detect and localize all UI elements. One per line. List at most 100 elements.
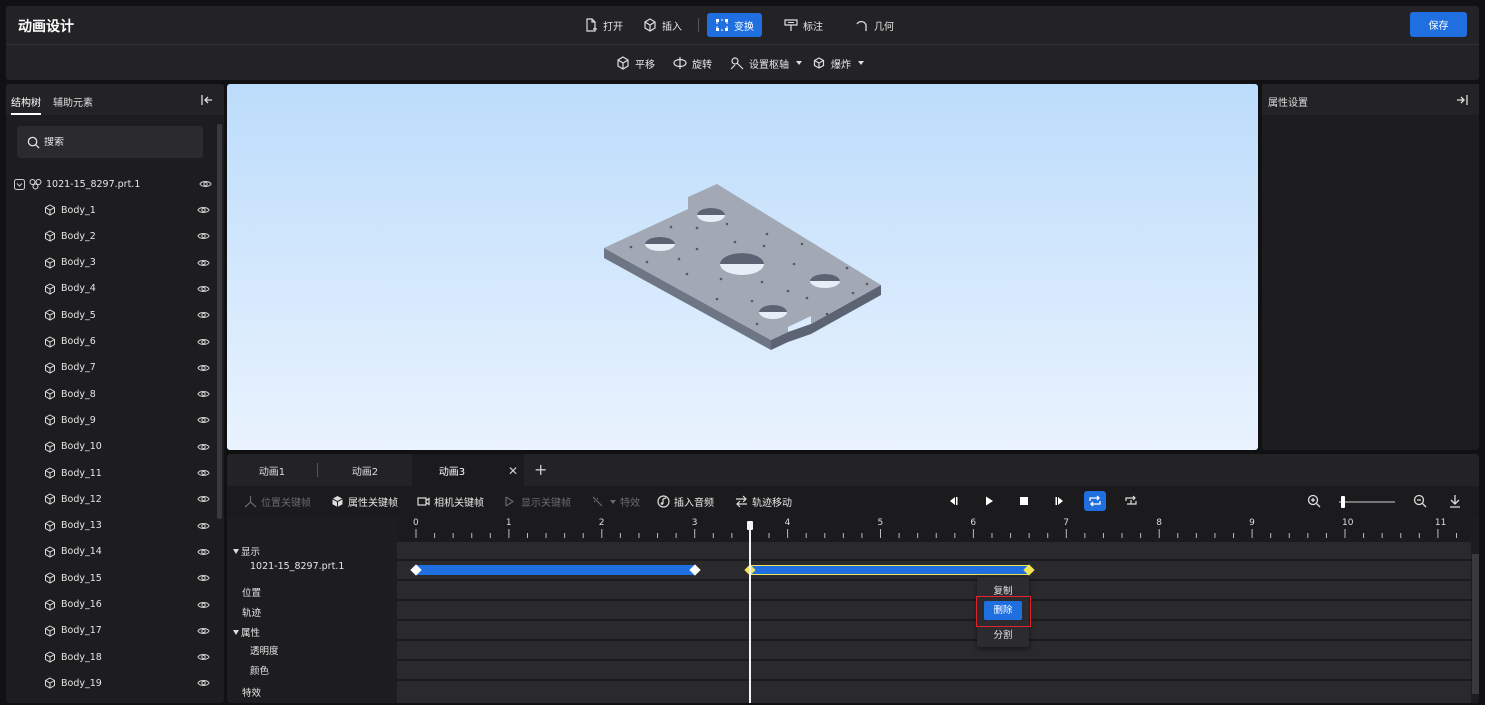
- tree-item[interactable]: Body_15: [44, 570, 214, 586]
- set-pivot-dropdown[interactable]: 设置枢轴: [730, 52, 802, 74]
- tree-item[interactable]: Body_14: [44, 544, 214, 560]
- tree-item[interactable]: Body_8: [44, 386, 214, 402]
- add-tab-icon[interactable]: +: [534, 460, 547, 479]
- body-cube-icon: [45, 335, 55, 348]
- eye-icon[interactable]: [197, 336, 210, 348]
- track-move-button[interactable]: 轨迹移动: [735, 494, 792, 509]
- tab-structure-tree[interactable]: 结构树: [11, 94, 41, 115]
- search-box[interactable]: [17, 126, 203, 158]
- zoom-slider-track[interactable]: [1339, 501, 1395, 503]
- eye-icon[interactable]: [197, 599, 210, 611]
- tree-item[interactable]: Body_10: [44, 439, 214, 455]
- tree-item[interactable]: Body_4: [44, 281, 214, 297]
- split-menu-item[interactable]: 分割: [977, 627, 1029, 641]
- eye-icon[interactable]: [197, 204, 210, 216]
- tree-item[interactable]: Body_6: [44, 334, 214, 350]
- tree-item[interactable]: Body_5: [44, 307, 214, 323]
- tree-item[interactable]: Body_2: [44, 228, 214, 244]
- zoom-in-icon: [1307, 494, 1321, 508]
- body-cube-icon: [45, 520, 55, 532]
- eye-icon[interactable]: [197, 283, 210, 295]
- play-once-button[interactable]: [1123, 493, 1139, 509]
- eye-icon[interactable]: [197, 414, 210, 426]
- zoom-in-button[interactable]: [1306, 493, 1322, 509]
- eye-icon[interactable]: [197, 362, 210, 374]
- stop-button[interactable]: [1016, 493, 1032, 509]
- plate-model[interactable]: [227, 84, 1258, 450]
- eye-icon[interactable]: [199, 178, 212, 190]
- translate-button[interactable]: 平移: [616, 52, 655, 74]
- tab-animation-2[interactable]: 动画2: [318, 454, 412, 486]
- expand-toggle-icon[interactable]: [14, 178, 25, 190]
- download-button[interactable]: [1447, 493, 1463, 509]
- display-keyframe-button[interactable]: 显示关键帧: [504, 494, 571, 509]
- geometry-button[interactable]: 几何: [847, 13, 902, 37]
- tree-item[interactable]: Body_16: [44, 597, 214, 613]
- property-label-text: 属性: [241, 628, 261, 639]
- zoom-out-button[interactable]: [1412, 493, 1428, 509]
- playhead-handle[interactable]: [747, 521, 754, 530]
- eye-icon[interactable]: [197, 572, 210, 584]
- eye-icon[interactable]: [197, 257, 210, 269]
- rotate-button[interactable]: 旋转: [673, 52, 712, 74]
- eye-icon[interactable]: [197, 677, 210, 689]
- eye-icon[interactable]: [197, 230, 210, 242]
- save-button[interactable]: 保存: [1410, 12, 1467, 37]
- eye-icon[interactable]: [197, 467, 210, 479]
- effects-dropdown[interactable]: 特效: [591, 494, 640, 509]
- tab-animation-1[interactable]: 动画1: [227, 454, 317, 486]
- selected-clip[interactable]: [750, 565, 1030, 575]
- insert-button[interactable]: 插入: [635, 13, 690, 37]
- tree-item[interactable]: Body_11: [44, 465, 214, 481]
- tree-item[interactable]: Body_13: [44, 518, 214, 534]
- eye-icon[interactable]: [197, 441, 210, 453]
- eye-icon[interactable]: [197, 388, 210, 400]
- close-tab-icon[interactable]: ✕: [508, 464, 518, 478]
- playhead[interactable]: [749, 524, 752, 703]
- eye-icon[interactable]: [197, 546, 210, 558]
- eye-icon[interactable]: [197, 309, 210, 321]
- open-button[interactable]: 打开: [576, 13, 631, 37]
- step-back-button[interactable]: [945, 493, 961, 509]
- position-keyframe-button[interactable]: 位置关键帧: [244, 494, 311, 509]
- tree-scrollbar[interactable]: [217, 124, 222, 519]
- collapse-panel-icon[interactable]: [200, 93, 214, 107]
- tree-item[interactable]: Body_12: [44, 491, 214, 507]
- body-cube-icon: [45, 625, 55, 637]
- animation-clip[interactable]: [416, 565, 695, 575]
- track-area[interactable]: 0 1 2 3 4 5 6 7 8 9 10 11: [397, 516, 1471, 703]
- track-move-label: 轨迹移动: [752, 498, 792, 509]
- step-forward-button[interactable]: [1052, 493, 1068, 509]
- zoom-slider-handle[interactable]: [1341, 496, 1345, 508]
- eye-icon[interactable]: [197, 651, 210, 663]
- loop-toggle-button[interactable]: [1084, 491, 1106, 511]
- time-ruler[interactable]: 0 1 2 3 4 5 6 7 8 9 10 11: [397, 516, 1471, 540]
- eye-icon[interactable]: [197, 625, 210, 637]
- cube-icon: [332, 496, 343, 507]
- tab-auxiliary-elements[interactable]: 辅助元素: [53, 94, 93, 109]
- tree-root-node[interactable]: 1021-15_8297.prt.1: [14, 176, 214, 192]
- tree-item[interactable]: Body_7: [44, 360, 214, 376]
- insert-audio-button[interactable]: 插入音频: [657, 494, 714, 509]
- collapse-right-panel-icon[interactable]: [1455, 93, 1469, 107]
- camera-keyframe-button[interactable]: 相机关键帧: [417, 494, 484, 509]
- copy-menu-item[interactable]: 复制: [977, 583, 1029, 597]
- tree-item[interactable]: Body_18: [44, 649, 214, 665]
- property-keyframe-button[interactable]: 属性关键帧: [331, 494, 398, 509]
- tree-item[interactable]: Body_3: [44, 255, 214, 271]
- transform-button[interactable]: 变换: [707, 13, 762, 37]
- 3d-viewport[interactable]: [227, 84, 1258, 450]
- tree-item[interactable]: Body_17: [44, 623, 214, 639]
- display-group-label[interactable]: 显示: [233, 544, 260, 558]
- tree-item[interactable]: Body_1: [44, 202, 214, 218]
- explode-dropdown[interactable]: 爆炸: [812, 52, 864, 74]
- timeline-scrollbar[interactable]: [1472, 554, 1479, 694]
- search-input[interactable]: [44, 136, 194, 148]
- tree-item[interactable]: Body_19: [44, 675, 214, 691]
- play-button[interactable]: [981, 493, 997, 509]
- annotation-button[interactable]: 标注: [776, 13, 831, 37]
- eye-icon[interactable]: [197, 493, 210, 505]
- eye-icon[interactable]: [197, 520, 210, 532]
- property-group-label[interactable]: 属性: [233, 625, 260, 639]
- tree-item[interactable]: Body_9: [44, 412, 214, 428]
